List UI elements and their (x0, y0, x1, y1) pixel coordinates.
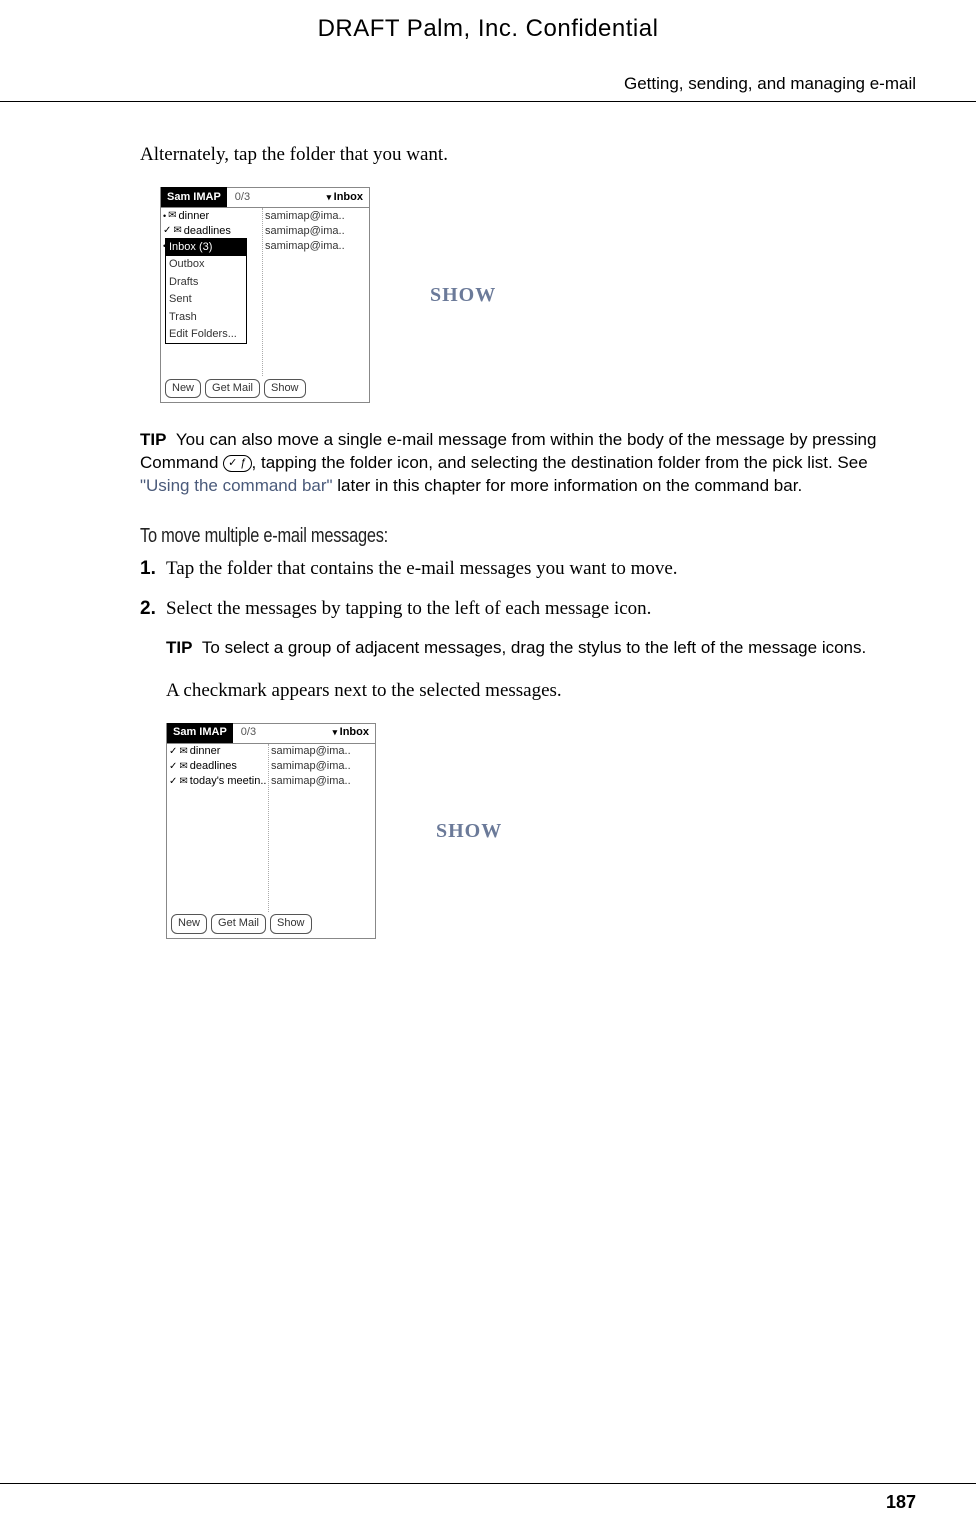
message-row: ✓✉dinner (169, 745, 266, 760)
step-number: 2. (140, 596, 158, 623)
page-number: 187 (886, 1492, 916, 1512)
get-mail-button: Get Mail (205, 379, 260, 398)
tip-text-end: later in this chapter for more informati… (333, 476, 803, 495)
check-icon: ✓ (169, 760, 177, 774)
cross-reference-link: "Using the command bar" (140, 476, 333, 495)
screenshot-titlebar: Sam IMAP 0/3 Inbox (161, 188, 369, 208)
new-button: New (171, 914, 207, 933)
message-sender: samimap@ima.. (265, 239, 367, 254)
envelope-icon: ✉ (173, 224, 181, 238)
show-annotation: SHOW (436, 817, 502, 845)
message-row: ✓✉deadlines (169, 760, 266, 775)
dropdown-item: Trash (166, 309, 246, 326)
step-number: 1. (140, 556, 158, 583)
procedure-heading: To move multiple e-mail messages: (140, 522, 776, 550)
message-subject: deadlines (190, 760, 237, 775)
show-annotation: SHOW (430, 281, 496, 309)
message-subject: dinner (190, 745, 221, 760)
envelope-icon: ✉ (168, 209, 176, 223)
message-row: •✉dinner (163, 209, 260, 224)
tip-text-after: , tapping the folder icon, and selecting… (252, 453, 868, 472)
check-icon: ✓ (169, 775, 177, 789)
message-row: ✓✉today's meetin.. (169, 775, 266, 790)
step-text: Select the messages by tapping to the le… (166, 596, 651, 623)
get-mail-button: Get Mail (211, 914, 266, 933)
show-button: Show (270, 914, 312, 933)
check-icon: ✓ (169, 745, 177, 759)
tip-label: TIP (140, 430, 166, 449)
check-icon: ✓ (163, 224, 171, 238)
account-title: Sam IMAP (167, 723, 233, 743)
dropdown-item: Drafts (166, 274, 246, 291)
tip-text: To select a group of adjacent messages, … (202, 638, 866, 657)
message-list-left: ✓✉dinner ✓✉deadlines ✓✉today's meetin.. (167, 744, 269, 912)
tip-1: TIP You can also move a single e-mail me… (140, 429, 916, 498)
folder-selector: Inbox (321, 190, 369, 205)
message-subject: deadlines (184, 224, 231, 239)
message-sender: samimap@ima.. (271, 745, 373, 760)
envelope-icon: ✉ (179, 775, 187, 789)
command-icon: ✓ ƒ (223, 455, 251, 472)
palm-screenshot-1: Sam IMAP 0/3 Inbox •✉dinner ✓✉deadlines … (160, 187, 370, 403)
screenshot-body: •✉dinner ✓✉deadlines • samimap@ima.. sam… (161, 208, 369, 376)
account-title: Sam IMAP (161, 187, 227, 207)
dropdown-item: Edit Folders... (166, 326, 246, 343)
envelope-icon: ✉ (179, 760, 187, 774)
tip-label: TIP (166, 638, 192, 657)
message-sender: samimap@ima.. (271, 760, 373, 775)
dropdown-item: Sent (166, 291, 246, 308)
tip-2: TIP To select a group of adjacent messag… (166, 637, 916, 660)
page-footer: 187 (0, 1483, 976, 1515)
screenshot-titlebar: Sam IMAP 0/3 Inbox (167, 724, 375, 744)
message-sender: samimap@ima.. (265, 209, 367, 224)
intro-text: Alternately, tap the folder that you wan… (140, 142, 916, 169)
screenshot-row-1: Sam IMAP 0/3 Inbox •✉dinner ✓✉deadlines … (160, 187, 916, 403)
message-subject: dinner (179, 209, 210, 224)
dropdown-selected: Inbox (3) (166, 239, 246, 256)
bullet-icon: • (163, 210, 166, 223)
step-text: Tap the folder that contains the e-mail … (166, 556, 678, 583)
message-subject: today's meetin.. (190, 775, 266, 790)
message-row: ✓✉deadlines (163, 224, 260, 239)
message-sender: samimap@ima.. (271, 775, 373, 790)
step-2: 2. Select the messages by tapping to the… (140, 596, 916, 623)
message-counter: 0/3 (233, 725, 264, 740)
page-content: Alternately, tap the folder that you wan… (0, 102, 976, 938)
message-sender: samimap@ima.. (265, 224, 367, 239)
draft-header: DRAFT Palm, Inc. Confidential (0, 0, 976, 54)
checkmark-result-text: A checkmark appears next to the selected… (166, 678, 916, 705)
screenshot-buttons: New Get Mail Show (165, 379, 306, 398)
envelope-icon: ✉ (179, 745, 187, 759)
screenshot-body: ✓✉dinner ✓✉deadlines ✓✉today's meetin.. … (167, 744, 375, 912)
screenshot-row-2: Sam IMAP 0/3 Inbox ✓✉dinner ✓✉deadlines … (166, 723, 916, 939)
new-button: New (165, 379, 201, 398)
show-button: Show (264, 379, 306, 398)
message-list-right: samimap@ima.. samimap@ima.. samimap@ima.… (263, 208, 369, 376)
message-counter: 0/3 (227, 190, 258, 205)
folder-dropdown: Inbox (3) Outbox Drafts Sent Trash Edit … (165, 238, 247, 344)
step-1: 1. Tap the folder that contains the e-ma… (140, 556, 916, 583)
dropdown-item: Outbox (166, 256, 246, 273)
palm-screenshot-2: Sam IMAP 0/3 Inbox ✓✉dinner ✓✉deadlines … (166, 723, 376, 939)
screenshot-buttons: New Get Mail Show (171, 914, 312, 933)
folder-selector: Inbox (327, 725, 375, 740)
section-title: Getting, sending, and managing e-mail (0, 54, 976, 103)
message-list-right: samimap@ima.. samimap@ima.. samimap@ima.… (269, 744, 375, 912)
